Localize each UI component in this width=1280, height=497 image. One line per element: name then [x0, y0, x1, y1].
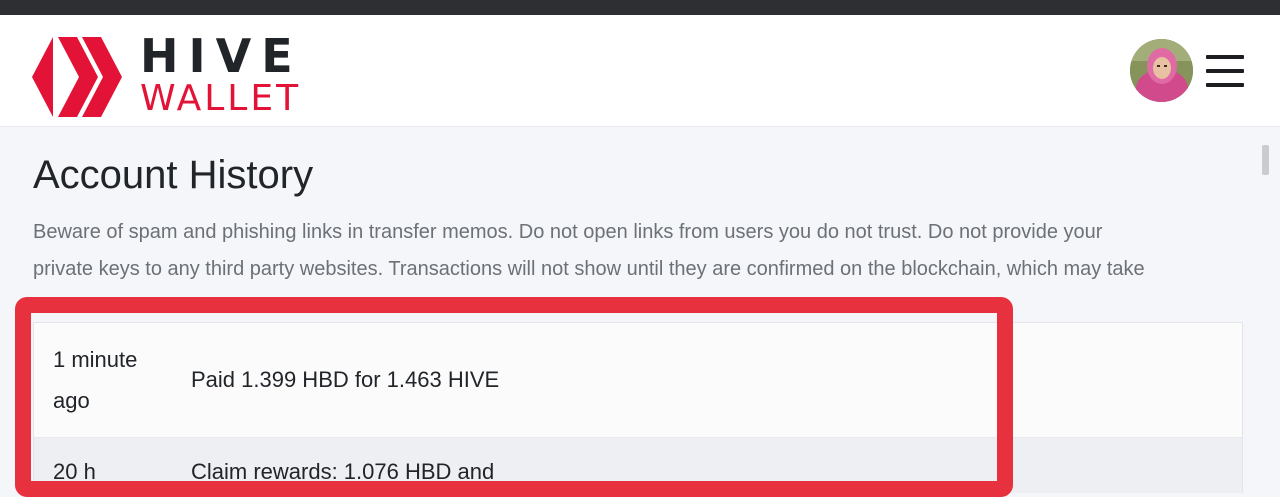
scrollbar-thumb[interactable]	[1262, 145, 1269, 175]
warning-line: Beware of spam and phishing links in tra…	[33, 221, 1103, 243]
logo-hive-text[interactable]: HIVE	[140, 33, 303, 79]
table-row: 20 h Claim rewards: 1.076 HBD and	[34, 438, 1242, 493]
avatar-photo	[1130, 39, 1193, 102]
history-time: 1 minute ago	[53, 347, 138, 413]
menu-line	[1206, 83, 1244, 87]
account-history-table: 1 minute ago Paid 1.399 HBD for 1.463 HI…	[33, 322, 1243, 493]
site-header: HIVE WALLET	[0, 15, 1280, 127]
browser-top-bar	[0, 0, 1280, 15]
history-description: Paid 1.399 HBD for 1.463 HIVE	[191, 367, 500, 392]
spam-warning-text: Beware of spam and phishing links in tra…	[33, 214, 1248, 288]
user-avatar[interactable]	[1130, 39, 1193, 102]
hive-logo-icon[interactable]	[30, 37, 122, 117]
menu-line	[1206, 69, 1244, 73]
menu-line	[1206, 55, 1244, 59]
hamburger-menu-icon[interactable]	[1206, 55, 1244, 87]
logo-wallet-text[interactable]: WALLET	[140, 81, 301, 117]
table-row: 1 minute ago Paid 1.399 HBD for 1.463 HI…	[34, 323, 1242, 438]
warning-line: private keys to any third party websites…	[33, 258, 1145, 280]
page-title: Account History	[33, 153, 314, 197]
